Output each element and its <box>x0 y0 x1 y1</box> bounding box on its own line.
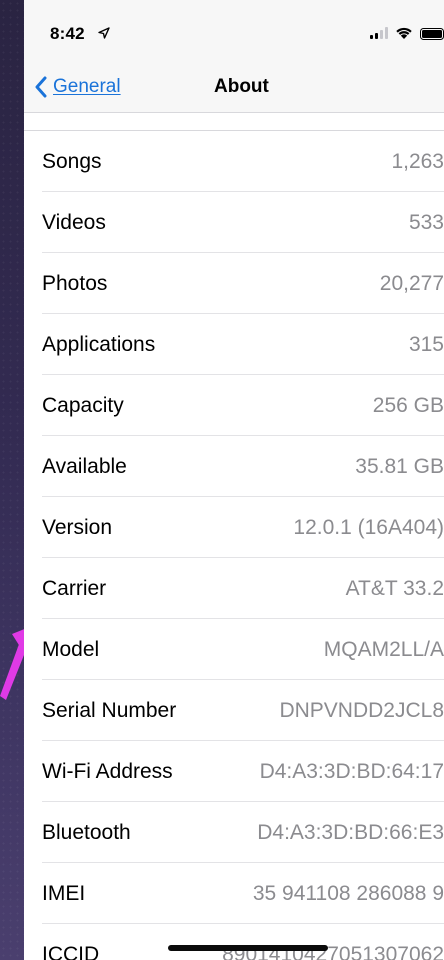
row-value: 256 GB <box>372 394 444 417</box>
list-item[interactable]: Version 12.0.1 (16A404) <box>42 497 444 558</box>
about-info-list: Songs 1,263 Videos 533 Photos 20,277 App… <box>24 130 444 960</box>
list-item[interactable]: Applications 315 <box>42 314 444 375</box>
row-label: Bluetooth <box>42 821 131 844</box>
row-label: IMEI <box>42 882 86 905</box>
row-value: AT&T 33.2 <box>345 577 444 600</box>
row-label: Capacity <box>42 394 124 417</box>
list-item[interactable]: Carrier AT&T 33.2 <box>42 558 444 619</box>
list-item[interactable]: Wi-Fi Address D4:A3:3D:BD:64:17 <box>42 741 444 802</box>
row-label: Songs <box>42 150 102 173</box>
list-item[interactable]: Capacity 256 GB <box>42 375 444 436</box>
row-value: 12.0.1 (16A404) <box>293 516 444 539</box>
status-bar: 8:42 <box>24 0 444 62</box>
back-button-label: General <box>53 76 121 97</box>
row-value: 1,263 <box>391 150 444 173</box>
chevron-left-icon <box>35 76 47 98</box>
navigation-bar: General About <box>24 62 444 113</box>
list-item[interactable]: Videos 533 <box>42 192 444 253</box>
list-item[interactable]: Model MQAM2LL/A <box>42 619 444 680</box>
row-value: 533 <box>408 211 444 234</box>
list-item[interactable]: Available 35.81 GB <box>42 436 444 497</box>
row-value: 315 <box>408 333 444 356</box>
row-label: Serial Number <box>42 699 177 722</box>
row-label: Available <box>42 455 127 478</box>
row-value: MQAM2LL/A <box>323 638 444 661</box>
row-label: Photos <box>42 272 108 295</box>
row-label: Carrier <box>42 577 107 600</box>
location-arrow-icon <box>98 27 110 39</box>
status-time: 8:42 <box>50 24 85 43</box>
list-item[interactable]: ICCID 8901410427051307062 <box>42 924 444 960</box>
row-value: 35.81 GB <box>355 455 444 478</box>
home-indicator[interactable] <box>168 945 328 951</box>
back-button[interactable]: General <box>34 74 121 100</box>
row-label: Wi-Fi Address <box>42 760 173 783</box>
battery-icon <box>420 28 444 40</box>
list-item[interactable]: IMEI 35 941108 286088 9 <box>42 863 444 924</box>
phone-screen: 8:42 General About Songs 1,263 Videos 53… <box>24 0 444 960</box>
row-value: DNPVNDD2JCL8 <box>279 699 444 722</box>
section-gap <box>24 113 444 131</box>
row-value: 20,277 <box>379 272 444 295</box>
row-value: D4:A3:3D:BD:64:17 <box>259 760 444 783</box>
row-label: Applications <box>42 333 156 356</box>
row-label: Model <box>42 638 100 661</box>
page-title: About <box>214 76 269 97</box>
row-label: Version <box>42 516 113 539</box>
row-label: Videos <box>42 211 106 234</box>
row-value: D4:A3:3D:BD:66:E3 <box>257 821 444 844</box>
list-item[interactable]: Serial Number DNPVNDD2JCL8 <box>42 680 444 741</box>
list-item[interactable]: Bluetooth D4:A3:3D:BD:66:E3 <box>42 802 444 863</box>
list-item[interactable]: Photos 20,277 <box>42 253 444 314</box>
wifi-icon <box>396 27 412 39</box>
list-item[interactable]: Songs 1,263 <box>42 131 444 192</box>
row-label: ICCID <box>42 943 100 960</box>
row-value: 35 941108 286088 9 <box>252 882 444 905</box>
cellular-signal-icon <box>370 27 388 39</box>
